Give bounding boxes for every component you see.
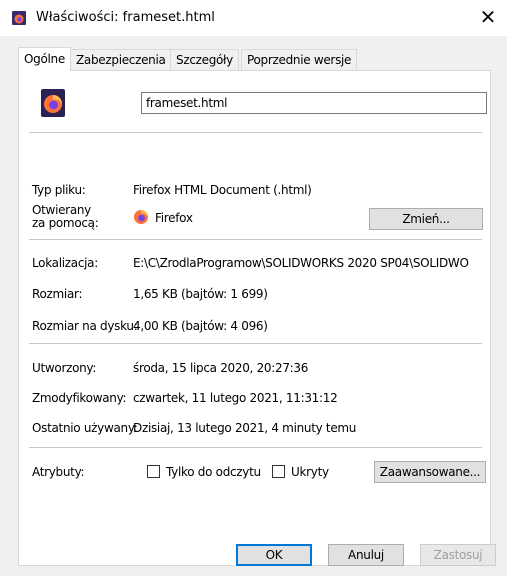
- firefox-file-icon: [41, 89, 65, 117]
- readonly-label[interactable]: Tylko do odczytu: [166, 465, 261, 479]
- opens-with-value: Firefox: [155, 211, 193, 225]
- location-label: Lokalizacja:: [32, 256, 98, 270]
- close-button[interactable]: ✕: [476, 6, 500, 30]
- attributes-label: Atrybuty:: [32, 465, 85, 479]
- general-panel: Typ pliku: Firefox HTML Document (.html)…: [18, 70, 491, 566]
- firefox-document-icon: [12, 11, 26, 25]
- created-label: Utworzony:: [32, 361, 97, 375]
- hidden-checkbox[interactable]: [272, 465, 285, 478]
- separator: [29, 132, 482, 133]
- modified-label: Zmodyfikowany:: [32, 391, 127, 405]
- opens-with-label: Otwierany za pomocą:: [32, 203, 99, 230]
- advanced-button[interactable]: Zaawansowane...: [374, 461, 486, 483]
- change-button[interactable]: Zmień...: [369, 208, 483, 230]
- tab-details[interactable]: Szczegóły: [170, 49, 239, 70]
- tab-general[interactable]: Ogólne: [18, 47, 71, 71]
- window-title: Właściwości: frameset.html: [36, 10, 215, 25]
- location-value: E:\C\ZrodlaProgramow\SOLIDWORKS 2020 SP0…: [133, 256, 469, 270]
- dialog-body: Ogólne Zabezpieczenia Szczegóły Poprzedn…: [0, 36, 507, 576]
- size-label: Rozmiar:: [32, 287, 83, 301]
- file-type-label: Typ pliku:: [32, 183, 86, 197]
- separator: [29, 239, 482, 240]
- tab-previous-versions[interactable]: Poprzednie wersje: [241, 49, 358, 70]
- file-name-input[interactable]: [141, 92, 487, 114]
- title-bar: Właściwości: frameset.html ✕: [0, 0, 507, 36]
- file-type-value: Firefox HTML Document (.html): [133, 183, 312, 197]
- modified-value: czwartek, 11 lutego 2021, 11:31:12: [133, 391, 338, 405]
- tab-security[interactable]: Zabezpieczenia: [70, 49, 172, 70]
- separator: [29, 447, 482, 448]
- accessed-value: Dzisiaj, 13 lutego 2021, 4 minuty temu: [133, 421, 357, 435]
- created-value: środa, 15 lipca 2020, 20:27:36: [133, 361, 309, 375]
- readonly-checkbox[interactable]: [147, 465, 160, 478]
- size-on-disk-value: 4,00 KB (bajtów: 4 096): [133, 319, 268, 333]
- firefox-app-icon: [134, 210, 148, 224]
- size-value: 1,65 KB (bajtów: 1 699): [133, 287, 268, 301]
- accessed-label: Ostatnio używany:: [32, 421, 138, 435]
- ok-button[interactable]: OK: [236, 544, 312, 566]
- cancel-button[interactable]: Anuluj: [328, 544, 404, 566]
- separator: [29, 343, 482, 344]
- apply-button[interactable]: Zastosuj: [420, 544, 496, 566]
- size-on-disk-label: Rozmiar na dysku:: [32, 319, 138, 333]
- hidden-label[interactable]: Ukryty: [291, 465, 329, 479]
